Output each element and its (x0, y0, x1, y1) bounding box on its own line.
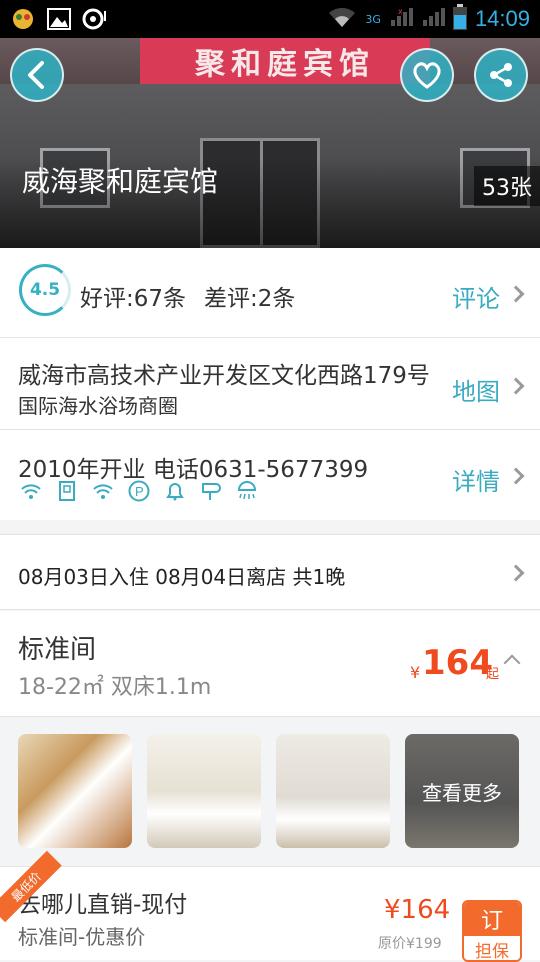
business-district: 国际海水浴场商圈 (18, 394, 178, 418)
opening-and-phone: 2010年开业 电话0631-5677399 (18, 457, 369, 483)
status-clock: 14:09 (474, 6, 530, 31)
favorite-button[interactable] (400, 48, 454, 102)
hotel-name: 威海聚和庭宾馆 (22, 165, 219, 198)
room-price-suffix: 起 (486, 667, 500, 682)
room-photo[interactable] (147, 734, 261, 848)
chevron-right-icon (507, 564, 525, 582)
media-notification-icon (82, 7, 108, 31)
bad-review-count: 差评:2条 (204, 286, 296, 312)
offer-subtitle: 标准间-优惠价 (18, 925, 146, 949)
hotel-hero-photo[interactable]: 聚和庭宾馆 (0, 38, 540, 248)
room-photo[interactable] (18, 734, 132, 848)
hairdryer-icon (202, 483, 221, 500)
back-arrow-icon (28, 61, 44, 89)
signal-icon: x (389, 6, 413, 32)
shower-icon (237, 481, 257, 500)
svg-text:P: P (135, 484, 144, 499)
stay-dates: 08月03日入住 08月04日离店 共1晚 (18, 565, 346, 589)
chevron-up-icon (503, 654, 521, 672)
view-more-photos[interactable]: 查看更多 (405, 734, 519, 848)
app-notification-icon (10, 7, 36, 31)
details-link[interactable]: 详情 (452, 462, 500, 497)
chevron-right-icon (507, 285, 525, 303)
address-row[interactable]: 威海市高技术产业开发区文化西路179号 国际海水浴场商圈 地图 (0, 338, 540, 430)
good-review-count: 好评:67条 (80, 286, 187, 312)
heart-icon (413, 62, 441, 89)
hotel-sign: 聚和庭宾馆 (140, 38, 430, 84)
book-button[interactable]: 订 担保 (462, 900, 522, 962)
photo-count[interactable]: 53张 (474, 166, 540, 206)
room-photo[interactable] (276, 734, 390, 848)
svg-text:x: x (398, 7, 403, 16)
phone-icon (59, 481, 75, 501)
stay-dates-row[interactable]: 08月03日入住 08月04日离店 共1晚 (0, 534, 540, 610)
chevron-right-icon (507, 467, 525, 485)
signal-icon-2 (421, 6, 445, 32)
offer-original-price: 原价¥199 (378, 936, 442, 952)
parking-icon: P (128, 480, 150, 502)
hotel-info-row[interactable]: 2010年开业 电话0631-5677399 详情 (0, 430, 540, 520)
room-details: 18-22㎡ 双床1.1m (18, 675, 212, 700)
battery-icon (452, 4, 467, 34)
back-button[interactable] (10, 48, 64, 102)
book-button-label: 订 (464, 902, 520, 936)
room-price: 164 (422, 643, 493, 683)
bell-icon (166, 483, 184, 501)
offer-row[interactable]: 去哪儿直销-现付 标准间-优惠价 ¥164 原价¥199 (0, 866, 540, 960)
amenity-icons: P (20, 480, 258, 502)
room-type-header[interactable]: 标准间 18-22㎡ 双床1.1m ¥ 164 起 (0, 611, 540, 717)
offer-price: ¥164 (384, 895, 451, 925)
wifi-icon (21, 484, 41, 499)
view-more-label: 查看更多 (422, 780, 502, 805)
reviews-link[interactable]: 评论 (452, 279, 500, 314)
wifi-icon (93, 484, 113, 499)
address-line: 威海市高技术产业开发区文化西路179号 (18, 363, 430, 389)
share-button[interactable] (474, 48, 528, 102)
status-bar: 3G x 14:09 (0, 0, 540, 38)
wifi-status-icon (327, 5, 357, 33)
room-price-currency: ¥ (410, 663, 421, 682)
chevron-right-icon (507, 377, 525, 395)
network-type-label: 3G (365, 12, 381, 26)
room-name: 标准间 (18, 635, 97, 665)
image-notification-icon (46, 7, 72, 31)
rating-score: 4.5 (19, 264, 71, 316)
map-link[interactable]: 地图 (452, 372, 500, 407)
offer-title: 去哪儿直销-现付 (18, 892, 188, 918)
share-icon (490, 63, 512, 87)
rating-row[interactable]: 4.5 好评:67条 差评:2条 评论 (0, 248, 540, 338)
guarantee-label: 担保 (464, 936, 520, 960)
